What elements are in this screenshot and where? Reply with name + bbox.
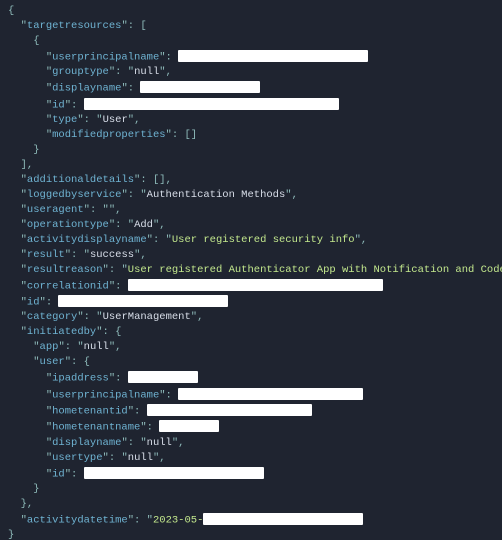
key-result: result — [27, 249, 65, 261]
key-activitydatetime: activitydatetime — [27, 514, 128, 526]
redacted-value — [84, 466, 264, 481]
json-log-viewer: { "targetresources": [ { "userprincipaln… — [0, 0, 502, 540]
value-add: Add — [134, 219, 153, 231]
key-user: user — [40, 356, 65, 368]
key-initiatedby: initiatedby — [27, 326, 96, 338]
key-id: id — [52, 468, 65, 480]
value-category: UserManagement — [103, 311, 191, 323]
value-empty-array: [] — [153, 174, 166, 186]
key-correlationid: correlationid — [27, 280, 109, 292]
value-success: success — [90, 249, 134, 261]
key-useragent: useragent — [27, 204, 84, 216]
key-id: id — [27, 296, 40, 308]
value-user: User — [103, 114, 128, 126]
redacted-value — [147, 403, 312, 418]
redacted-value — [84, 97, 339, 112]
key-hometenantname: hometenantname — [52, 422, 140, 434]
key-category: category — [27, 311, 77, 323]
key-resultreason: resultreason — [27, 264, 103, 276]
key-displayname: displayname — [52, 437, 121, 449]
value-null: null — [128, 452, 153, 464]
redacted-value — [203, 512, 363, 527]
value-null: null — [84, 341, 109, 353]
redacted-value — [178, 49, 368, 64]
redacted-value — [140, 80, 260, 95]
key-ipaddress: ipaddress — [52, 373, 109, 385]
key-userprincipalname: userprincipalname — [52, 51, 159, 63]
key-targetresources: targetresources — [27, 20, 122, 32]
key-loggedbyservice: loggedbyservice — [27, 189, 122, 201]
redacted-value — [128, 278, 383, 293]
redacted-value — [58, 294, 228, 309]
key-additionaldetails: additionaldetails — [27, 174, 134, 186]
key-operationtype: operationtype — [27, 219, 109, 231]
key-app: app — [40, 341, 59, 353]
key-id: id — [52, 99, 65, 111]
redacted-value — [178, 387, 363, 402]
value-date: 2023-05- — [153, 514, 203, 526]
value-auth-methods: Authentication Methods — [147, 189, 286, 201]
key-modifiedproperties: modifiedproperties — [52, 129, 165, 141]
key-type: type — [52, 114, 77, 126]
key-userprincipalname: userprincipalname — [52, 389, 159, 401]
value-empty-array: [] — [184, 129, 197, 141]
key-hometenantid: hometenantid — [52, 405, 128, 417]
value-null: null — [147, 437, 172, 449]
redacted-value — [128, 370, 198, 385]
value-null: null — [134, 66, 159, 78]
key-usertype: usertype — [52, 452, 102, 464]
value-activity-name: User registered security info — [172, 234, 355, 246]
key-activitydisplayname: activitydisplayname — [27, 234, 147, 246]
key-grouptype: grouptype — [52, 66, 109, 78]
redacted-value — [159, 419, 219, 434]
key-displayname: displayname — [52, 83, 121, 95]
value-result-reason: User registered Authenticator App with N… — [128, 264, 502, 276]
